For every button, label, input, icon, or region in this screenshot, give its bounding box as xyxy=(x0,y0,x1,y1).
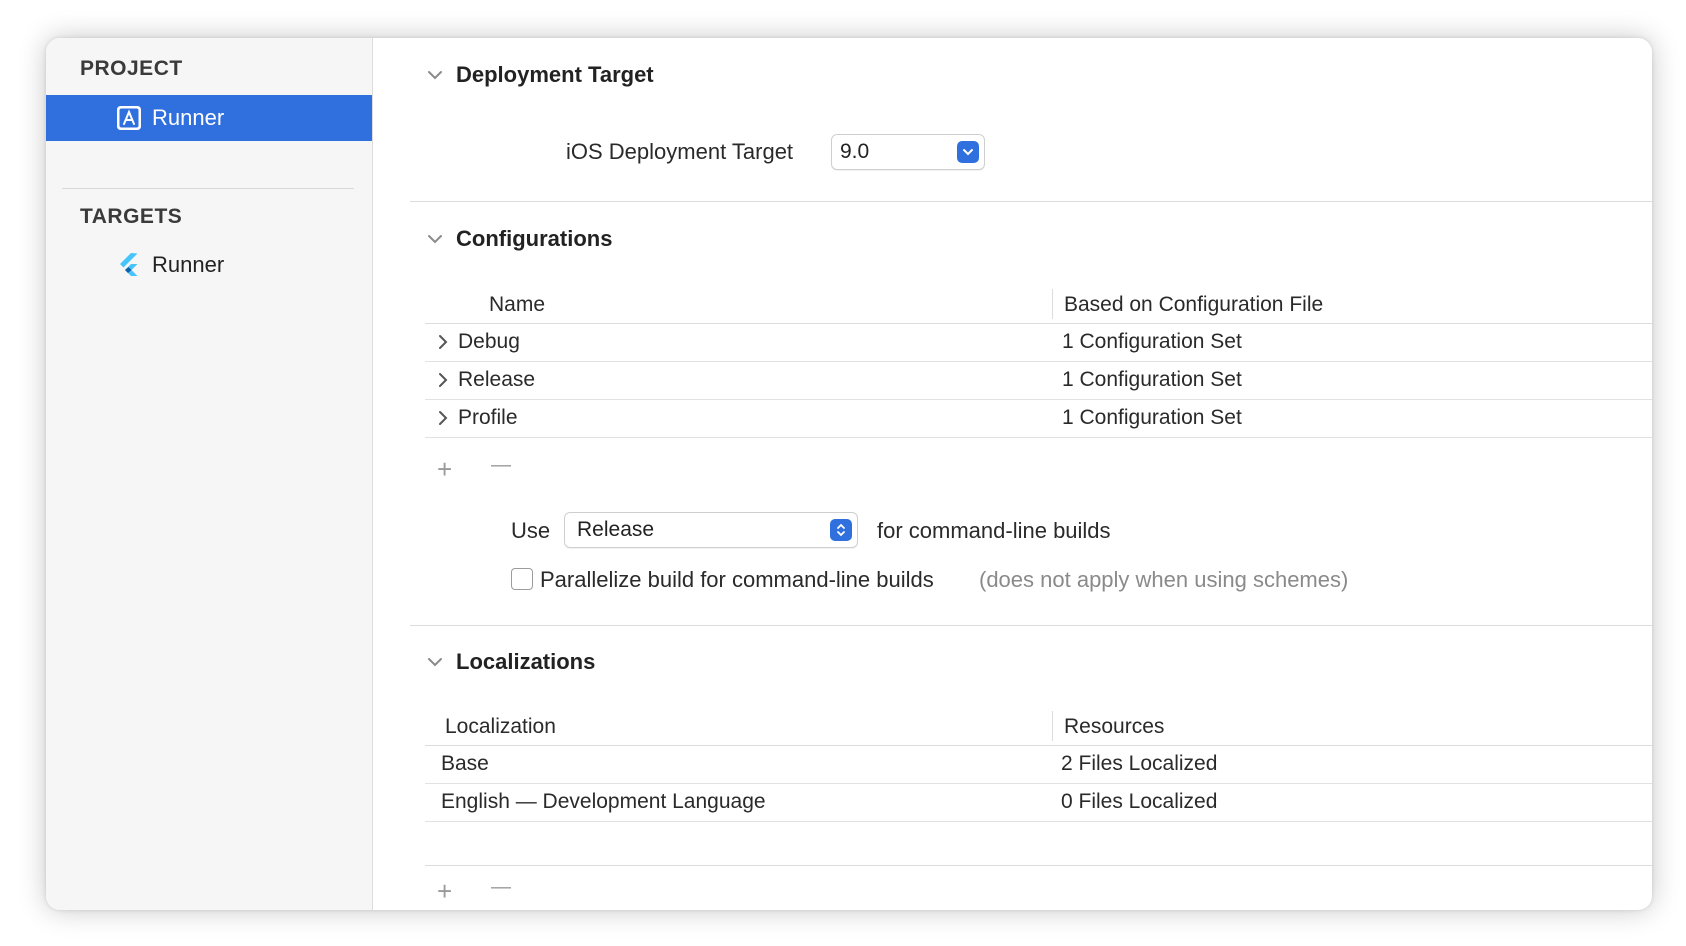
targets-section-header: TARGETS xyxy=(80,205,183,228)
localizations-title: Localizations xyxy=(456,649,596,674)
column-separator xyxy=(1052,289,1053,319)
localization-name: English — Development Language xyxy=(441,790,766,813)
project-editor-window: PROJECT Runner TARGETS Runner Deployment… xyxy=(46,38,1652,910)
section-divider xyxy=(410,625,1652,626)
ios-deployment-target-popup[interactable]: 9.0 xyxy=(831,134,985,170)
chevron-down-icon[interactable] xyxy=(425,652,445,672)
popup-value: 9.0 xyxy=(840,140,870,163)
config-name: Profile xyxy=(458,406,518,429)
configurations-title: Configurations xyxy=(456,226,613,251)
chevron-right-icon[interactable] xyxy=(435,409,451,427)
config-based-on: 1 Configuration Set xyxy=(1062,406,1242,429)
table-footer-divider xyxy=(425,865,1652,866)
remove-localization-button[interactable]: — xyxy=(491,877,511,897)
column-header-localization[interactable]: Localization xyxy=(445,715,556,739)
table-row[interactable]: Release 1 Configuration Set xyxy=(425,362,1652,400)
configurations-table-header: Name Based on Configuration File xyxy=(425,285,1652,324)
add-localization-button[interactable]: + xyxy=(437,878,452,904)
chevron-down-icon[interactable] xyxy=(425,229,445,249)
table-row[interactable]: Profile 1 Configuration Set xyxy=(425,400,1652,438)
column-header-name[interactable]: Name xyxy=(489,293,545,317)
parallelize-build-label: Parallelize build for command-line build… xyxy=(540,567,934,592)
add-configuration-button[interactable]: + xyxy=(437,456,452,482)
config-based-on: 1 Configuration Set xyxy=(1062,330,1242,353)
use-label: Use xyxy=(511,518,551,543)
sidebar-divider xyxy=(62,188,354,189)
table-row[interactable]: Base 2 Files Localized xyxy=(425,746,1652,784)
section-divider xyxy=(410,201,1652,202)
remove-configuration-button[interactable]: — xyxy=(491,455,511,475)
sidebar-item-project-runner[interactable]: Runner xyxy=(46,95,372,141)
config-based-on: 1 Configuration Set xyxy=(1062,368,1242,391)
flutter-icon xyxy=(116,252,142,278)
chevron-down-icon xyxy=(957,141,979,163)
localization-name: Base xyxy=(441,752,489,775)
project-navigator-sidebar: PROJECT Runner TARGETS Runner xyxy=(46,38,373,910)
sidebar-item-label: Runner xyxy=(152,252,225,277)
chevron-right-icon[interactable] xyxy=(435,371,451,389)
config-name: Release xyxy=(458,368,536,391)
xcode-project-icon xyxy=(116,105,142,131)
command-line-builds-label: for command-line builds xyxy=(877,518,1111,543)
chevron-down-icon[interactable] xyxy=(425,65,445,85)
sidebar-item-target-runner[interactable]: Runner xyxy=(46,242,372,288)
popup-value: Release xyxy=(577,518,655,541)
build-settings-editor: Deployment Target iOS Deployment Target … xyxy=(373,38,1652,910)
up-down-chevron-icon xyxy=(830,519,852,541)
parallelize-build-note: (does not apply when using schemes) xyxy=(979,567,1349,592)
column-separator xyxy=(1052,711,1053,741)
chevron-right-icon[interactable] xyxy=(435,333,451,351)
column-header-based-on[interactable]: Based on Configuration File xyxy=(1064,293,1323,317)
config-name: Debug xyxy=(458,330,520,353)
localization-resources: 2 Files Localized xyxy=(1061,752,1218,775)
parallelize-build-checkbox[interactable] xyxy=(511,568,533,590)
deployment-target-title: Deployment Target xyxy=(456,62,654,87)
column-header-resources[interactable]: Resources xyxy=(1064,715,1164,739)
sidebar-item-label: Runner xyxy=(152,105,225,130)
table-row[interactable]: English — Development Language 0 Files L… xyxy=(425,784,1652,822)
localizations-table-header: Localization Resources xyxy=(425,707,1652,746)
command-line-config-popup[interactable]: Release xyxy=(564,512,858,548)
project-section-header: PROJECT xyxy=(80,57,183,80)
ios-deployment-target-label: iOS Deployment Target xyxy=(566,139,794,164)
localization-resources: 0 Files Localized xyxy=(1061,790,1218,813)
table-row[interactable]: Debug 1 Configuration Set xyxy=(425,324,1652,362)
